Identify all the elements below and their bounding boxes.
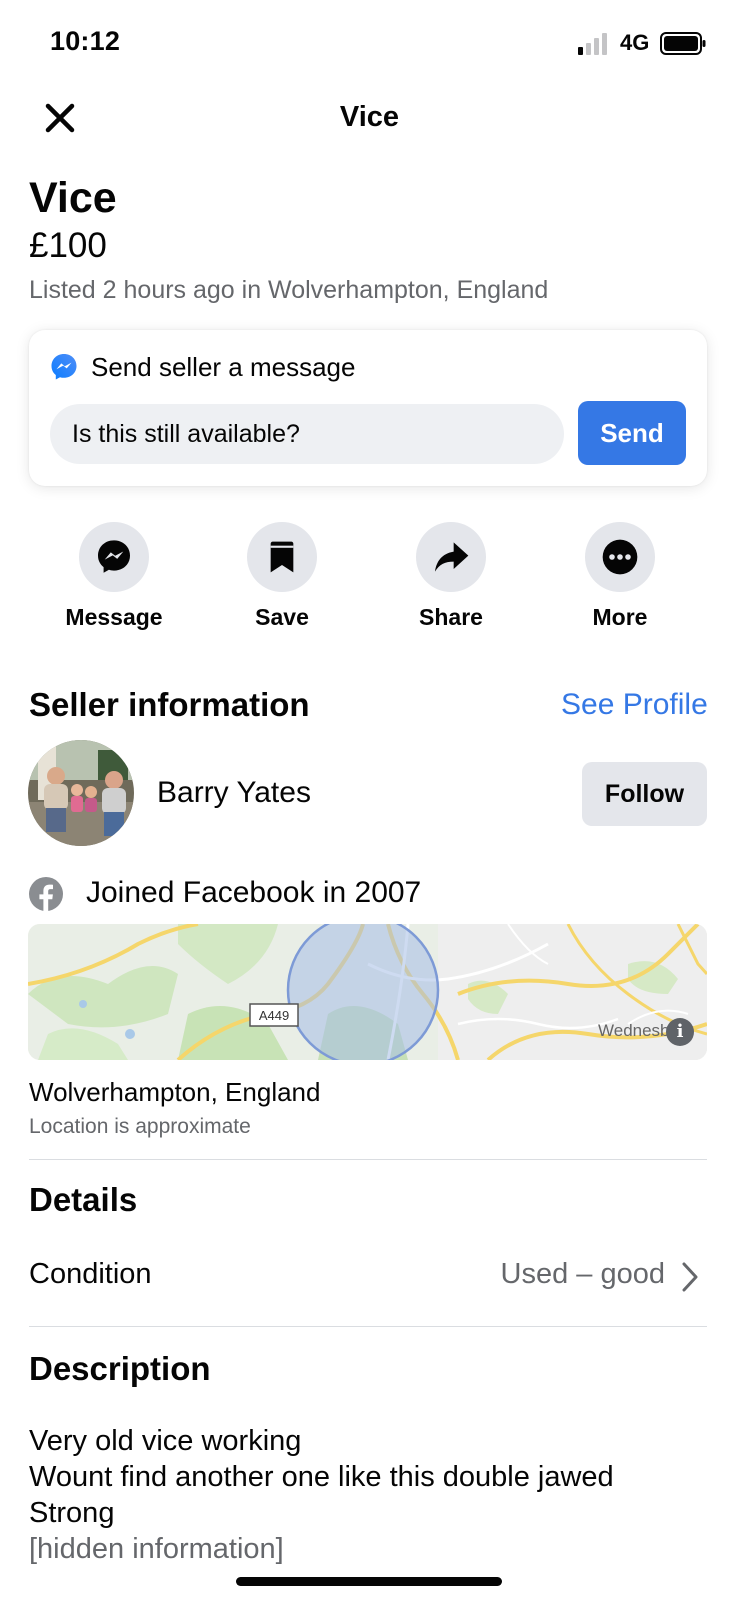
network-type: 4G bbox=[620, 30, 650, 55]
details-heading: Details bbox=[29, 1181, 138, 1218]
listing-price: £100 bbox=[29, 226, 107, 265]
status-time: 10:12 bbox=[50, 26, 121, 56]
action-bar: Message Save Share More bbox=[0, 522, 739, 632]
status-bar: 10:12 4G bbox=[0, 0, 739, 88]
listing-meta: Listed 2 hours ago in Wolverhampton, Eng… bbox=[29, 276, 549, 304]
message-action-label: Message bbox=[65, 604, 163, 630]
more-action-button[interactable]: More bbox=[545, 522, 695, 631]
description-line: Strong bbox=[29, 1497, 115, 1529]
map-image: A449 Wednesbur bbox=[28, 924, 707, 1060]
location-note: Location is approximate bbox=[29, 1115, 251, 1138]
description-line: Wount find another one like this double … bbox=[29, 1461, 614, 1493]
description-text: Very old vice working Wount find another… bbox=[29, 1423, 614, 1567]
divider bbox=[29, 1326, 707, 1327]
cellular-signal-icon bbox=[578, 33, 607, 55]
description-heading: Description bbox=[29, 1350, 211, 1387]
location-name: Wolverhampton, England bbox=[29, 1077, 321, 1107]
see-profile-link[interactable]: See Profile bbox=[561, 688, 708, 722]
chevron-right-icon bbox=[682, 1262, 698, 1292]
home-indicator[interactable] bbox=[236, 1577, 502, 1586]
save-action-circle bbox=[247, 522, 317, 592]
listing-title: Vice bbox=[29, 174, 117, 222]
map-info-icon[interactable]: i bbox=[666, 1018, 694, 1046]
more-action-label: More bbox=[592, 604, 648, 630]
seller-avatar-photo bbox=[28, 740, 134, 846]
battery-icon bbox=[660, 32, 706, 55]
description-hidden: [hidden information] bbox=[29, 1533, 284, 1565]
send-button[interactable]: Send bbox=[578, 401, 686, 465]
message-input[interactable] bbox=[50, 404, 564, 464]
condition-value: Used – good bbox=[500, 1258, 665, 1290]
nav-bar: Vice bbox=[0, 88, 739, 150]
save-action-label: Save bbox=[255, 604, 309, 630]
send-message-header: Send seller a message bbox=[49, 350, 355, 384]
save-action-button[interactable]: Save bbox=[207, 522, 357, 631]
joined-facebook-text: Joined Facebook in 2007 bbox=[86, 876, 422, 909]
share-action-button[interactable]: Share bbox=[376, 522, 526, 631]
map-road-label: A449 bbox=[259, 1008, 289, 1023]
share-action-label: Share bbox=[419, 604, 483, 630]
seller-info-heading: Seller information bbox=[29, 686, 310, 723]
send-message-card: Send seller a message Send bbox=[29, 330, 707, 486]
messenger-icon bbox=[98, 540, 130, 573]
follow-button[interactable]: Follow bbox=[582, 762, 707, 826]
nav-title: Vice bbox=[339, 101, 400, 133]
facebook-icon bbox=[29, 877, 63, 912]
bookmark-icon bbox=[270, 541, 294, 573]
more-action-circle bbox=[585, 522, 655, 592]
message-action-circle bbox=[79, 522, 149, 592]
condition-label: Condition bbox=[29, 1258, 152, 1290]
message-action-button[interactable]: Message bbox=[39, 522, 189, 631]
location-map[interactable]: A449 Wednesbur bbox=[28, 924, 707, 1060]
share-action-circle bbox=[416, 522, 486, 592]
more-dots-icon bbox=[602, 539, 638, 575]
seller-name[interactable]: Barry Yates bbox=[157, 776, 311, 810]
send-message-title: Send seller a message bbox=[91, 351, 356, 382]
share-arrow-icon bbox=[435, 542, 469, 572]
messenger-icon bbox=[51, 354, 77, 380]
seller-avatar[interactable] bbox=[28, 740, 134, 846]
divider bbox=[29, 1159, 707, 1160]
condition-row[interactable]: Condition Used – good bbox=[29, 1252, 707, 1302]
description-line: Very old vice working bbox=[29, 1425, 302, 1457]
